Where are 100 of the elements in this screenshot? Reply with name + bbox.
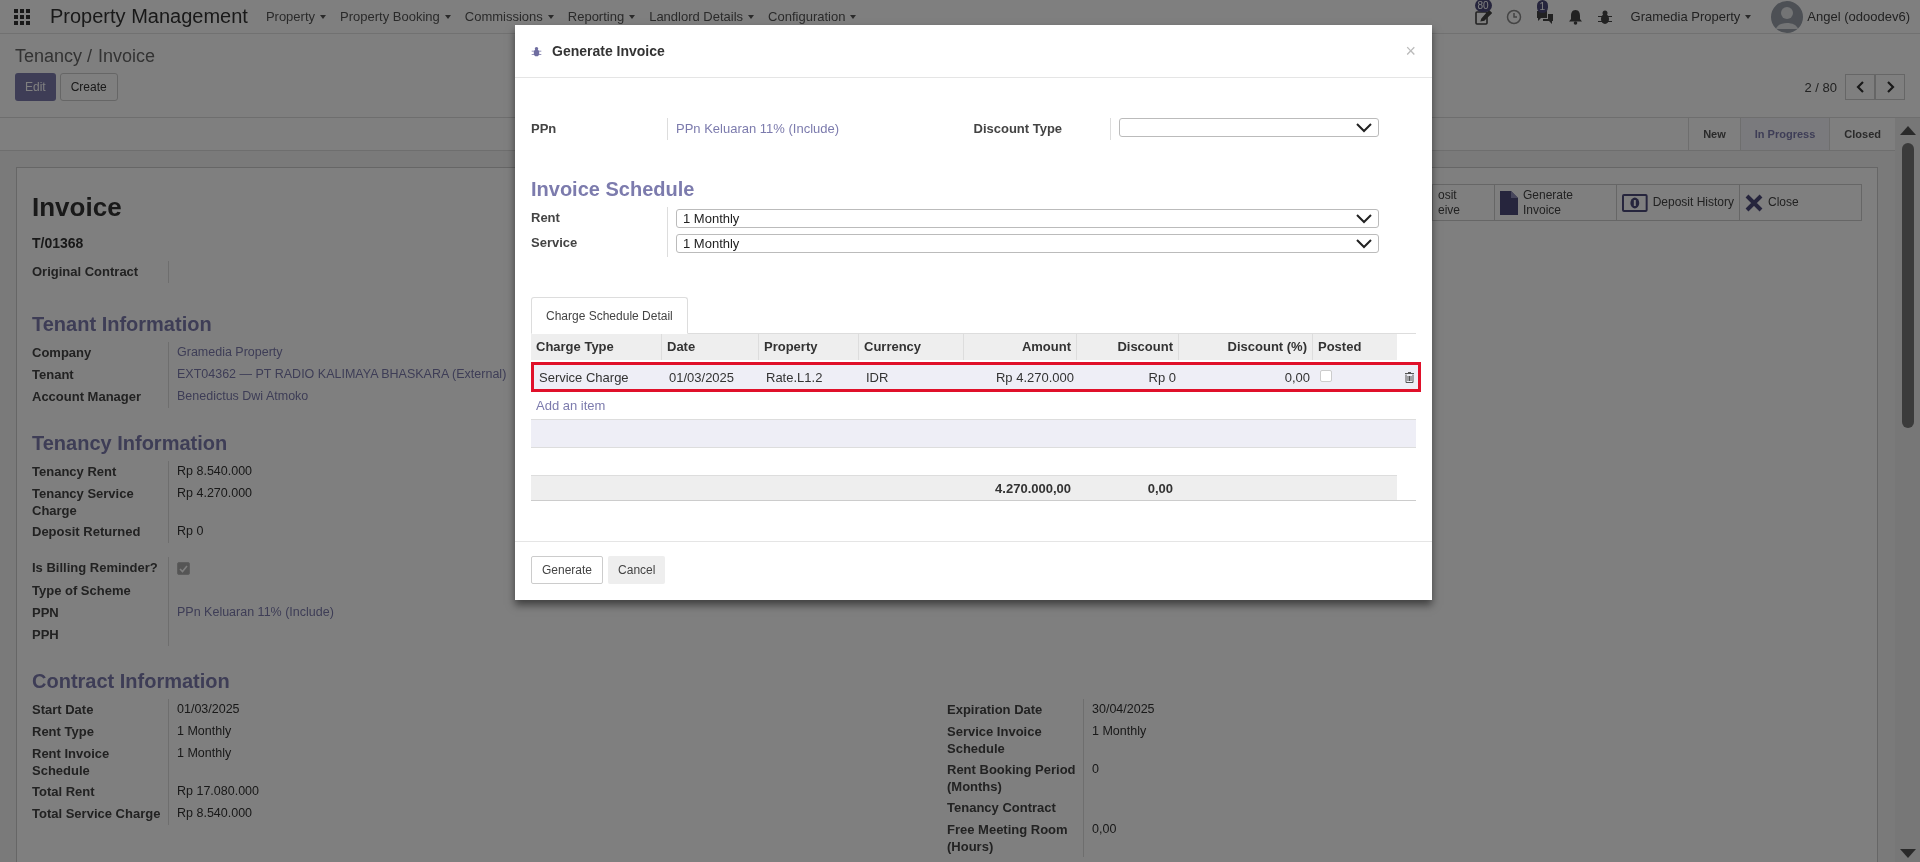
close-icon	[1745, 193, 1763, 212]
smart-button[interactable]: Generate Invoice	[1494, 185, 1616, 220]
cancel-button[interactable]: Cancel	[608, 556, 666, 584]
menu-item[interactable]: Configuration	[768, 9, 857, 24]
column-header[interactable]: Date	[661, 334, 758, 360]
field-link[interactable]: PPn Keluaran 11% (Include)	[177, 604, 334, 619]
status-step[interactable]: New	[1688, 118, 1740, 150]
record-title: Invoice	[32, 192, 122, 223]
table-row[interactable]: Service Charge 01/03/2025 Rate.L1.2 IDR Rp 4.270.000 Rp 0 0,00	[531, 362, 1421, 392]
field-label: Original Contract	[32, 263, 140, 281]
field-label: Start Date	[32, 700, 95, 719]
smart-button[interactable]: Close	[1739, 185, 1861, 220]
field-link[interactable]: EXT04362 — PT RADIO KALIMAYA BHASKARA (External)	[177, 367, 507, 381]
column-header[interactable]: Property	[758, 334, 858, 360]
pager-counter: 2 / 80	[1804, 79, 1837, 95]
banknote-icon	[1622, 193, 1648, 212]
column-header[interactable]: Posted	[1312, 334, 1397, 360]
field-value: 0	[1092, 761, 1099, 776]
field-label: Service	[531, 234, 579, 252]
field-label: Deposit Returned	[32, 523, 142, 541]
schedule-select[interactable]: 1 Monthly	[676, 234, 1379, 253]
section-heading: Invoice Schedule	[531, 178, 695, 201]
chevron-down-icon	[1355, 122, 1372, 133]
section-heading: Contract Information	[32, 669, 230, 693]
table-cell-text: 01/03/2025	[668, 369, 736, 385]
field-label: PPH	[32, 625, 60, 644]
previous-button[interactable]	[1845, 74, 1875, 100]
field-label: Rent	[531, 209, 561, 227]
apps-menu-icon[interactable]	[14, 8, 30, 25]
table-cell-text: Service Charge	[538, 369, 630, 385]
field-link[interactable]: Gramedia Property	[177, 345, 283, 359]
record-reference: T/01368	[32, 235, 85, 251]
field-label: Tenant	[32, 366, 75, 384]
notification-badge: 80	[1474, 0, 1492, 12]
chevron-right-icon	[1885, 81, 1895, 93]
chevron-left-icon	[1855, 81, 1865, 93]
checkbox[interactable]	[177, 562, 190, 575]
menu-item[interactable]: Commissions	[464, 9, 554, 24]
field-value: 1 Monthly	[177, 745, 232, 760]
discount-type-select[interactable]	[1118, 118, 1379, 137]
menu-item[interactable]: Landlord Details	[649, 9, 755, 24]
table-cell-text: Rp 0	[1147, 369, 1177, 385]
field-label: Rent Type	[32, 722, 95, 741]
column-header[interactable]: Discount	[1076, 334, 1178, 360]
breadcrumb-link[interactable]: Tenancy /	[15, 46, 93, 67]
add-item-link[interactable]: Add an item	[531, 392, 611, 419]
column-header[interactable]: Discount (%)	[1178, 334, 1312, 360]
create-button[interactable]: Create	[59, 73, 118, 101]
menu-item[interactable]: Property	[265, 9, 327, 24]
edit-button[interactable]: Edit	[15, 73, 56, 101]
scroll-down-icon[interactable]	[1899, 849, 1916, 858]
user-name[interactable]: Angel (odoodev6)	[1807, 9, 1910, 24]
field-label: PPn	[531, 120, 558, 138]
field-label: Account Manager	[32, 388, 143, 406]
column-header[interactable]: Amount	[963, 334, 1076, 360]
scrollbar-thumb[interactable]	[1901, 143, 1914, 428]
field-label: Free Meeting Room (Hours)	[947, 820, 1069, 856]
field-value: 1 Monthly	[177, 723, 232, 738]
bug-icon	[531, 45, 542, 57]
field-value: 01/03/2025	[177, 701, 240, 716]
menu-item[interactable]: Reporting	[567, 9, 636, 24]
notification-badge: 1	[1536, 0, 1549, 13]
company-switcher[interactable]: Gramedia Property	[1630, 9, 1752, 24]
field-label: Rent Invoice Schedule	[32, 744, 111, 780]
bell-icon[interactable]	[1567, 8, 1583, 25]
caret-icon	[547, 14, 554, 19]
table-cell-text: 0,00	[1283, 369, 1311, 385]
section-heading: Tenancy Information	[32, 432, 228, 455]
table-cell-text: Rate.L1.2	[765, 369, 824, 385]
next-button[interactable]	[1875, 74, 1905, 100]
generate-button[interactable]: Generate	[531, 556, 604, 584]
field-value: Rp 0	[177, 524, 204, 538]
smart-button[interactable]: Deposit History	[1616, 185, 1739, 220]
field-link[interactable]: PPn Keluaran 11% (Include)	[676, 121, 840, 136]
column-header[interactable]: Currency	[858, 334, 963, 360]
field-label: Discount Type	[973, 120, 1064, 138]
column-header[interactable]: Charge Type	[531, 334, 661, 360]
field-link[interactable]: Benedictus Dwi Atmoko	[177, 389, 309, 403]
field-label: Type of Scheme	[32, 581, 132, 600]
document-icon	[1500, 190, 1518, 215]
avatar-icon[interactable]	[1771, 0, 1804, 33]
status-step[interactable]: In Progress	[1739, 118, 1830, 150]
field-label: Tenancy Contract	[947, 798, 1057, 817]
clock-icon[interactable]	[1505, 8, 1522, 25]
field-label: Expiration Date	[947, 700, 1044, 719]
schedule-select[interactable]: 1 Monthly	[676, 209, 1379, 228]
field-label: Company	[32, 344, 93, 362]
caret-icon	[1745, 14, 1752, 19]
tab[interactable]: Charge Schedule Detail	[531, 297, 688, 334]
field-label: Tenancy Service Charge	[32, 485, 135, 520]
field-value: Rp 8.540.000	[177, 805, 253, 820]
field-value: 0,00	[1092, 821, 1117, 836]
caret-icon	[444, 14, 451, 19]
menu-item[interactable]: Property Booking	[340, 9, 451, 24]
bug-icon[interactable]	[1596, 8, 1613, 25]
posted-checkbox[interactable]	[1320, 369, 1332, 382]
scroll-up-icon[interactable]	[1899, 126, 1916, 135]
dialog-title: Generate Invoice	[552, 43, 665, 59]
smart-button[interactable]: osit eive	[1433, 185, 1494, 220]
trash-icon[interactable]	[1405, 371, 1414, 383]
